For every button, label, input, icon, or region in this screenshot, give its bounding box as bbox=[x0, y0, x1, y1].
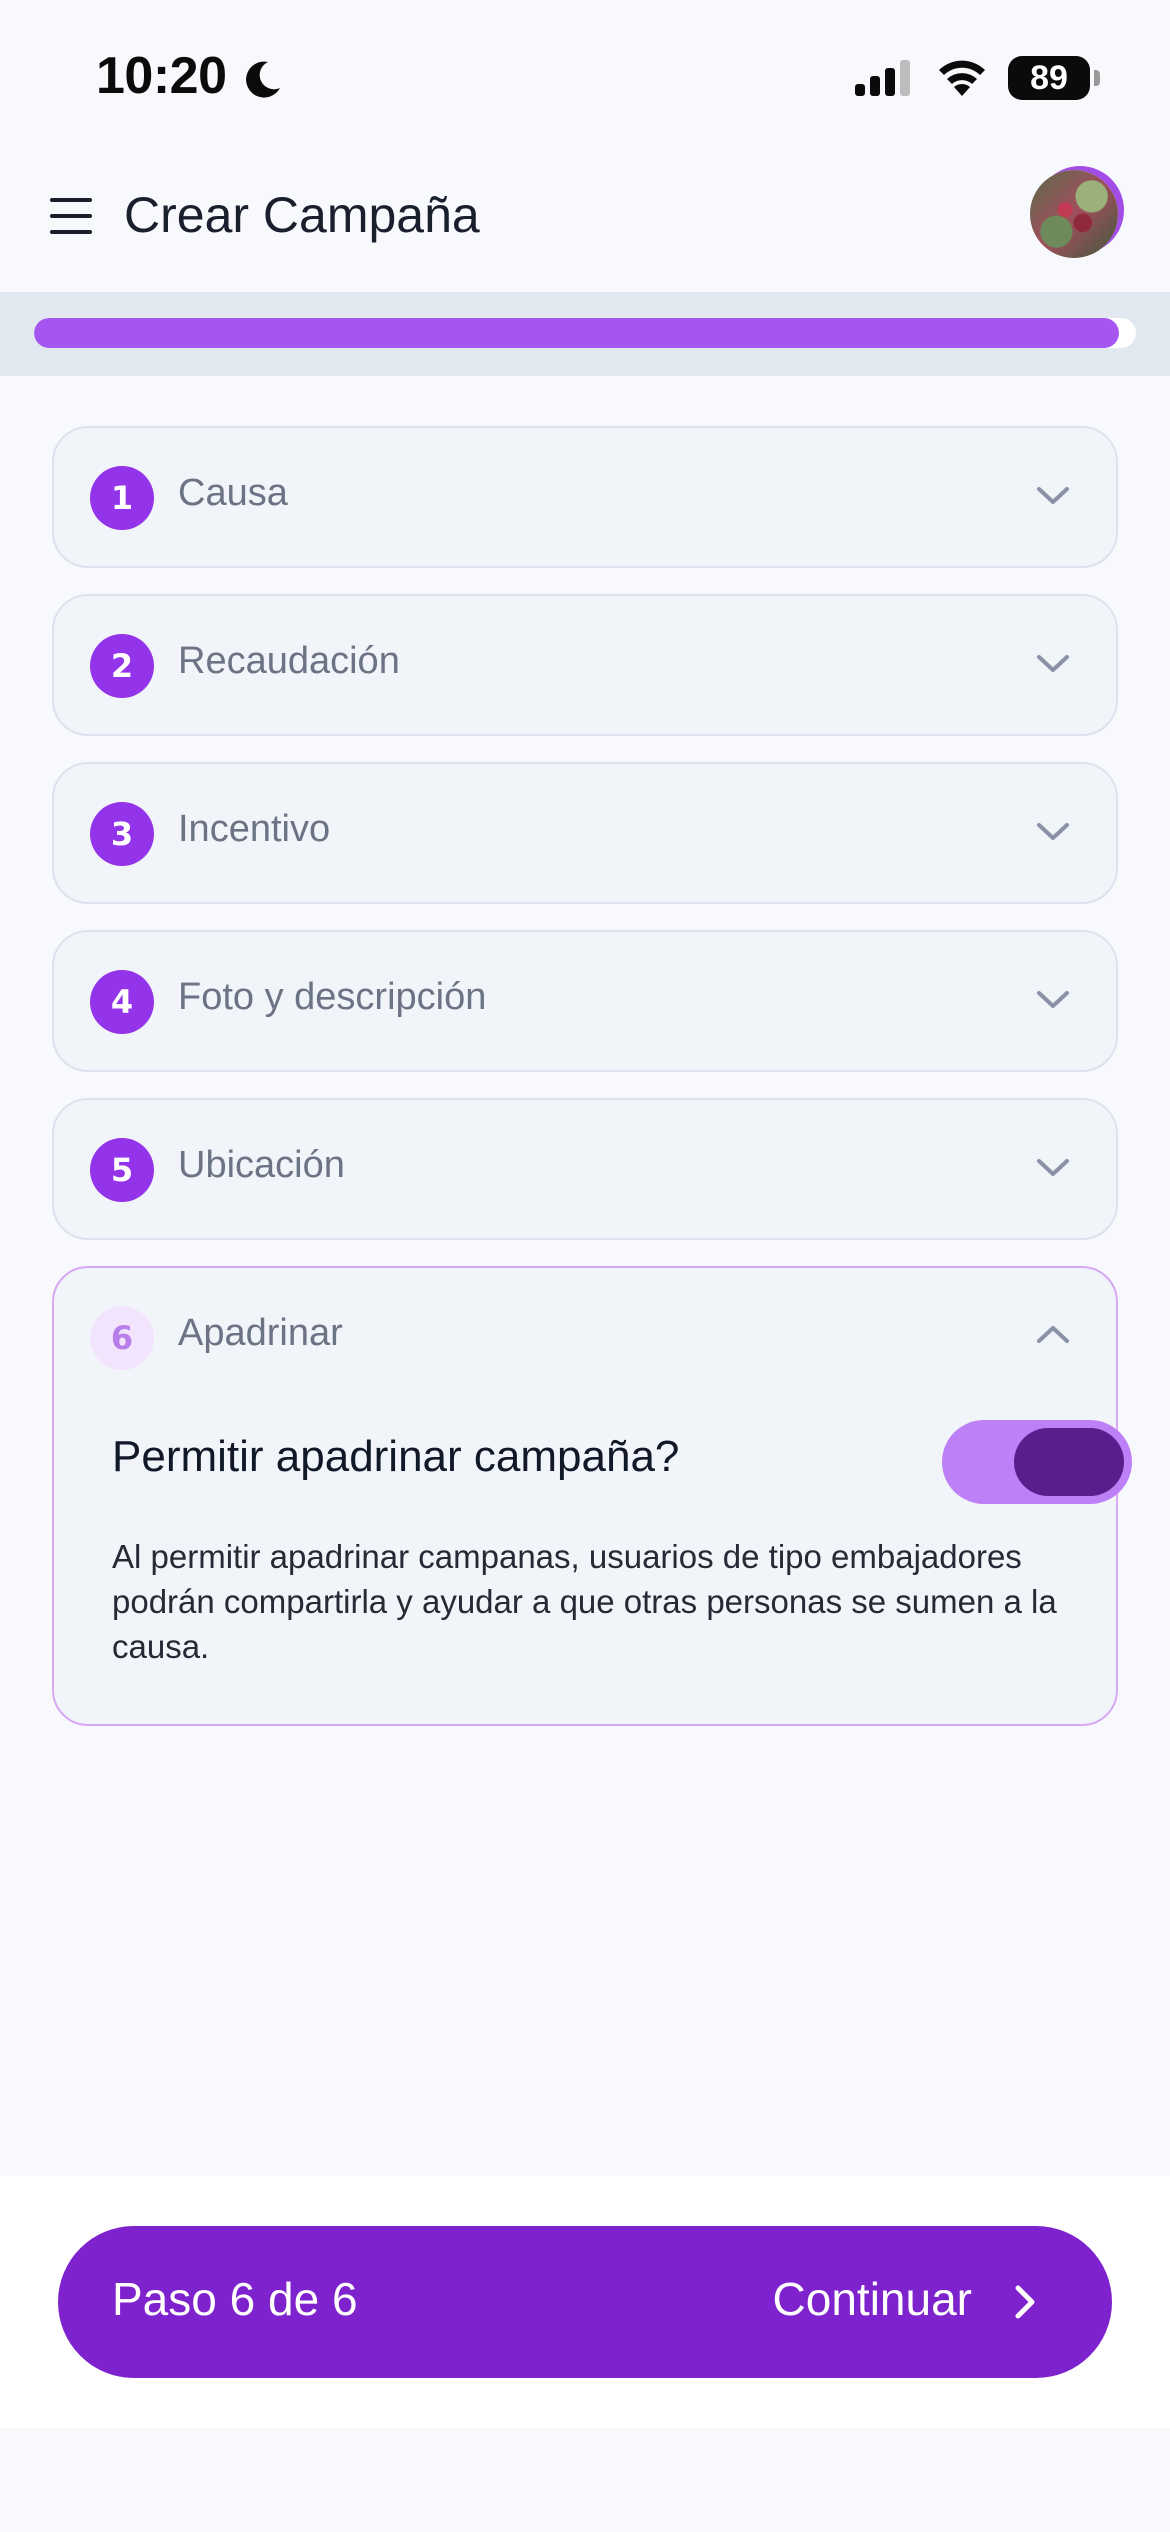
status-bar: 10:20 89 bbox=[0, 0, 1170, 150]
wifi-icon bbox=[939, 60, 985, 96]
step-header[interactable]: 6 Apadrinar bbox=[54, 1268, 1116, 1406]
moon-icon bbox=[246, 61, 280, 98]
chevron-down-icon bbox=[1037, 823, 1069, 840]
continue-button[interactable]: Paso 6 de 6 Continuar bbox=[58, 2226, 1112, 2378]
chevron-down-icon bbox=[1037, 655, 1069, 672]
chevron-down-icon bbox=[1037, 1159, 1069, 1176]
apadrinar-toggle[interactable] bbox=[942, 1420, 1132, 1504]
chevron-up-icon bbox=[1037, 1326, 1069, 1343]
progress-fill bbox=[34, 318, 1120, 348]
step-header[interactable]: 1 Causa bbox=[54, 428, 1116, 566]
step-foto-descripcion[interactable]: 4 Foto y descripción bbox=[52, 930, 1118, 1072]
chevron-down-icon bbox=[1037, 487, 1069, 504]
battery-tip bbox=[1094, 70, 1100, 86]
step-number-badge: 2 bbox=[90, 634, 154, 698]
step-number-badge: 4 bbox=[90, 970, 154, 1034]
continue-label: Continuar bbox=[772, 2273, 972, 2325]
step-header[interactable]: 4 Foto y descripción bbox=[54, 932, 1116, 1070]
progress-bar bbox=[0, 292, 1170, 376]
step-number-badge: 1 bbox=[90, 466, 154, 530]
signal-icon bbox=[855, 60, 910, 96]
page-title: Crear Campaña bbox=[124, 187, 480, 243]
chevron-down-icon bbox=[1037, 991, 1069, 1008]
chevron-right-icon bbox=[1015, 2285, 1035, 2319]
steps-accordion: 1 Causa 2 Recaudación 3 Incentivo 4 Foto… bbox=[52, 426, 1132, 1752]
hamburger-menu-icon[interactable] bbox=[50, 198, 96, 238]
battery-icon: 89 bbox=[1008, 56, 1090, 100]
status-time: 10:20 bbox=[96, 47, 227, 105]
step-counter: Paso 6 de 6 bbox=[112, 2273, 358, 2325]
bottom-action-bar: Paso 6 de 6 Continuar bbox=[0, 2176, 1170, 2428]
step-label: Apadrinar bbox=[178, 1312, 343, 1354]
step-incentivo[interactable]: 3 Incentivo bbox=[52, 762, 1118, 904]
step-number-badge: 6 bbox=[90, 1306, 154, 1370]
step-header[interactable]: 3 Incentivo bbox=[54, 764, 1116, 902]
step-label: Foto y descripción bbox=[178, 976, 487, 1018]
step-recaudacion[interactable]: 2 Recaudación bbox=[52, 594, 1118, 736]
step-label: Recaudación bbox=[178, 640, 400, 682]
apadrinar-description: Al permitir apadrinar campanas, usuarios… bbox=[112, 1538, 1057, 1665]
step-ubicacion[interactable]: 5 Ubicación bbox=[52, 1098, 1118, 1240]
step-number-badge: 5 bbox=[90, 1138, 154, 1202]
step-apadrinar: 6 Apadrinar Permitir apadrinar campaña? … bbox=[52, 1266, 1132, 1726]
step-label: Ubicación bbox=[178, 1144, 345, 1186]
step-label: Incentivo bbox=[178, 808, 331, 850]
toggle-knob bbox=[1014, 1428, 1124, 1496]
step-header[interactable]: 5 Ubicación bbox=[54, 1100, 1116, 1238]
user-avatar[interactable] bbox=[1030, 170, 1118, 258]
apadrinar-question: Permitir apadrinar campaña? bbox=[112, 1432, 680, 1481]
step-causa[interactable]: 1 Causa bbox=[52, 426, 1118, 568]
app-header: Crear Campaña bbox=[0, 150, 1170, 290]
step-number-badge: 3 bbox=[90, 802, 154, 866]
step-header[interactable]: 2 Recaudación bbox=[54, 596, 1116, 734]
progress-track bbox=[34, 318, 1136, 348]
step-label: Causa bbox=[178, 472, 288, 514]
